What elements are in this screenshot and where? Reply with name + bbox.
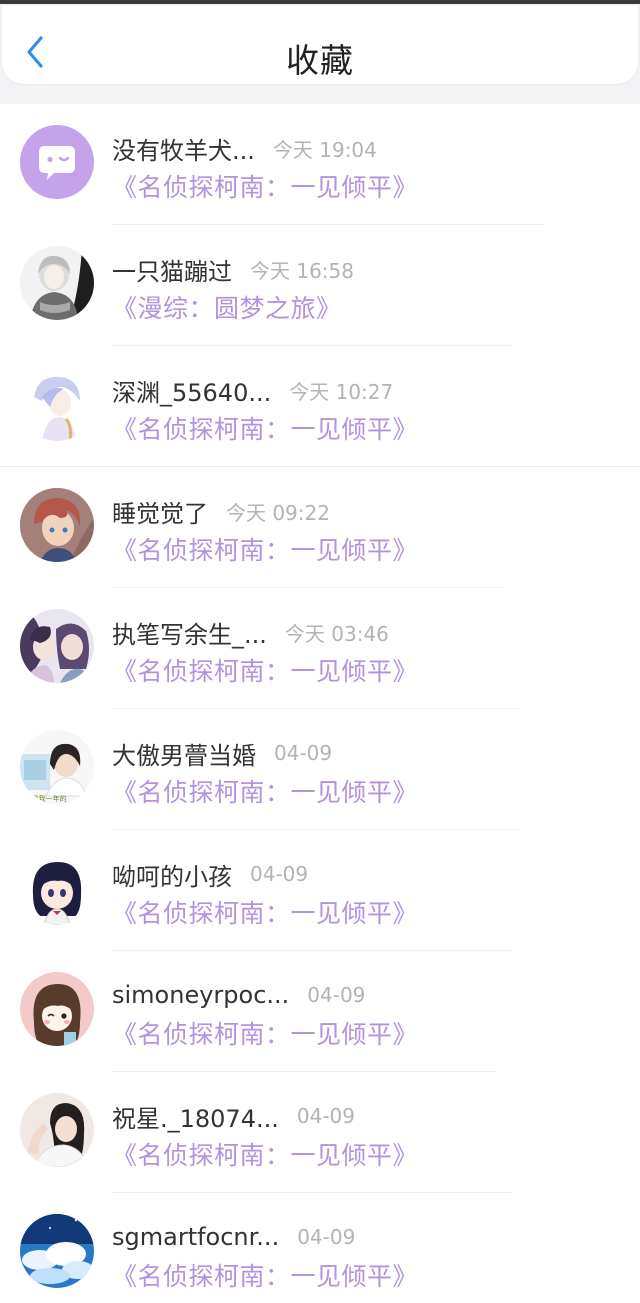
username[interactable]: 大傲男瞢当婚 xyxy=(112,736,256,771)
timestamp: 04-09 xyxy=(296,1104,355,1128)
username[interactable]: sgmartfocnr... xyxy=(112,1223,279,1251)
timestamp: 今天 10:27 xyxy=(289,379,394,404)
avatar-caption: “是我一年的 xyxy=(28,794,67,803)
list-item[interactable]: 没有牧羊犬... 今天 19:04 《名侦探柯南：一见倾平》 xyxy=(0,104,640,225)
list-item[interactable]: sgmartfocnr... 04-09 《名侦探柯南：一见倾平》 xyxy=(0,1193,640,1303)
book-title-link[interactable]: 《漫综：圆梦之旅》 xyxy=(112,289,342,325)
user-avatar-image xyxy=(20,972,94,1046)
username[interactable]: 没有牧羊犬... xyxy=(112,131,255,166)
user-avatar-image xyxy=(20,851,94,925)
book-title-link[interactable]: 《名侦探柯南：一见倾平》 xyxy=(112,1257,418,1293)
username[interactable]: 一只猫蹦过 xyxy=(112,252,232,287)
book-title-link[interactable]: 《名侦探柯南：一见倾平》 xyxy=(112,1136,418,1172)
default-chat-avatar-icon xyxy=(20,125,94,199)
timestamp: 04-09 xyxy=(250,862,309,886)
username[interactable]: 深渊_55640... xyxy=(112,373,271,408)
avatar[interactable]: “是我一年的 xyxy=(20,730,94,804)
book-title-link[interactable]: 《名侦探柯南：一见倾平》 xyxy=(112,1015,418,1051)
timestamp: 今天 03:46 xyxy=(284,621,389,646)
list-item[interactable]: 祝星._18074... 04-09 《名侦探柯南：一见倾平》 xyxy=(0,1072,640,1193)
user-avatar-image: “是我一年的 xyxy=(20,730,94,804)
username[interactable]: 睡觉觉了 xyxy=(112,494,208,529)
avatar[interactable] xyxy=(20,1093,94,1167)
avatar[interactable] xyxy=(20,246,94,320)
list-item[interactable]: 一只猫蹦过 今天 16:58 《漫综：圆梦之旅》 xyxy=(0,225,640,346)
book-title-link[interactable]: 《名侦探柯南：一见倾平》 xyxy=(112,652,418,688)
username[interactable]: 呦呵的小孩 xyxy=(112,857,232,892)
timestamp: 今天 16:58 xyxy=(250,258,354,283)
list-item[interactable]: “是我一年的 大傲男瞢当婚 04-09 《名侦探柯南：一见倾平》 xyxy=(0,709,640,830)
user-avatar-image xyxy=(20,1093,94,1167)
book-title-link[interactable]: 《名侦探柯南：一见倾平》 xyxy=(112,168,418,204)
book-title-link[interactable]: 《名侦探柯南：一见倾平》 xyxy=(112,531,418,567)
book-title-link[interactable]: 《名侦探柯南：一见倾平》 xyxy=(112,894,418,930)
app-header: 收藏 xyxy=(2,6,638,84)
username[interactable]: simoneyrpoc... xyxy=(112,981,289,1009)
user-avatar-image xyxy=(20,488,94,562)
list-item[interactable]: 睡觉觉了 今天 09:22 《名侦探柯南：一见倾平》 xyxy=(0,467,640,588)
avatar[interactable] xyxy=(20,367,94,441)
list-item[interactable]: 呦呵的小孩 04-09 《名侦探柯南：一见倾平》 xyxy=(0,830,640,951)
list-item[interactable]: 深渊_55640... 今天 10:27 《名侦探柯南：一见倾平》 xyxy=(0,346,640,467)
timestamp: 今天 19:04 xyxy=(272,137,377,162)
book-title-link[interactable]: 《名侦探柯南：一见倾平》 xyxy=(112,410,418,446)
username[interactable]: 执笔写余生_... xyxy=(112,615,267,650)
avatar[interactable] xyxy=(20,972,94,1046)
avatar[interactable] xyxy=(20,851,94,925)
user-avatar-image xyxy=(20,246,94,320)
avatar[interactable] xyxy=(20,125,94,199)
user-avatar-image xyxy=(20,367,94,441)
username[interactable]: 祝星._18074... xyxy=(112,1099,279,1134)
list-item[interactable]: 执笔写余生_... 今天 03:46 《名侦探柯南：一见倾平》 xyxy=(0,588,640,709)
user-avatar-image xyxy=(20,609,94,683)
timestamp: 04-09 xyxy=(274,741,333,765)
user-avatar-image xyxy=(20,1214,94,1288)
avatar[interactable] xyxy=(20,488,94,562)
timestamp: 04-09 xyxy=(307,983,366,1007)
book-title-link[interactable]: 《名侦探柯南：一见倾平》 xyxy=(112,773,418,809)
avatar[interactable] xyxy=(20,1214,94,1288)
timestamp: 今天 09:22 xyxy=(226,500,330,525)
favorites-list: 没有牧羊犬... 今天 19:04 《名侦探柯南：一见倾平》 一只猫蹦过 今天 … xyxy=(0,104,640,1303)
avatar[interactable] xyxy=(20,609,94,683)
list-item[interactable]: simoneyrpoc... 04-09 《名侦探柯南：一见倾平》 xyxy=(0,951,640,1072)
timestamp: 04-09 xyxy=(297,1225,356,1249)
page-title: 收藏 xyxy=(286,41,354,80)
